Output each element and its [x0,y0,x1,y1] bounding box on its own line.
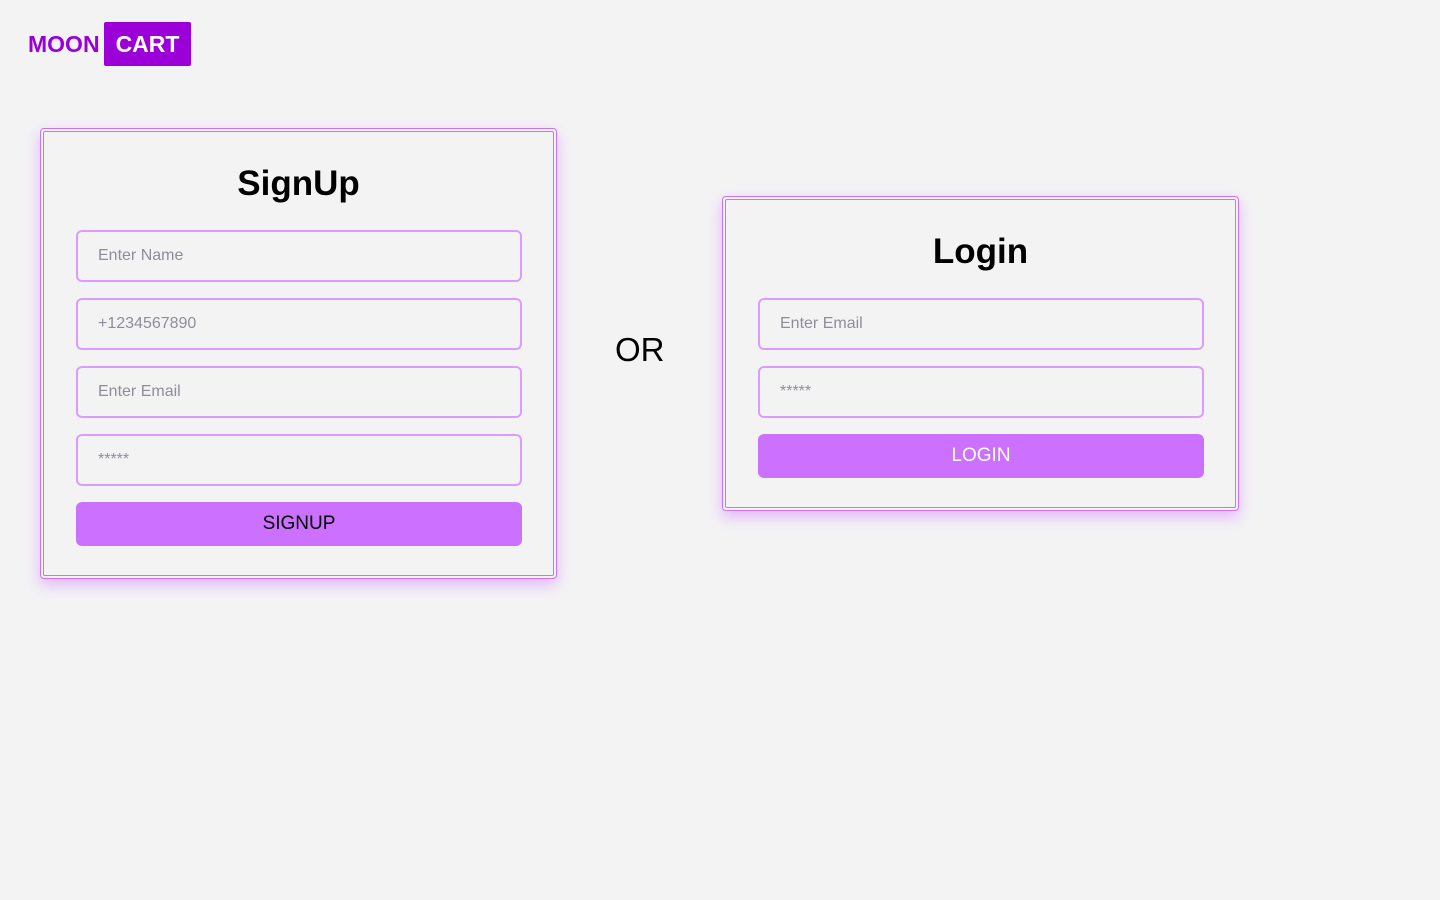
logo-text-cart: CART [103,22,192,66]
login-password-input[interactable] [758,366,1204,418]
signup-phone-input[interactable] [76,298,522,350]
brand-logo[interactable]: MOON CART [28,22,192,66]
login-email-input[interactable] [758,298,1204,350]
signup-password-input[interactable] [76,434,522,486]
signup-title: SignUp [237,164,360,203]
signup-card: SignUp SIGNUP [40,128,557,579]
login-card: Login LOGIN [722,196,1239,511]
login-title: Login [932,232,1029,271]
or-divider: OR [615,331,665,368]
signup-email-input[interactable] [76,366,522,418]
login-card-inner: Login LOGIN [725,199,1236,508]
signup-card-inner: SignUp SIGNUP [43,131,554,576]
signup-name-input[interactable] [76,230,522,282]
login-button[interactable]: LOGIN [758,434,1204,478]
signup-button[interactable]: SIGNUP [76,502,522,546]
logo-text-moon: MOON [28,31,100,57]
